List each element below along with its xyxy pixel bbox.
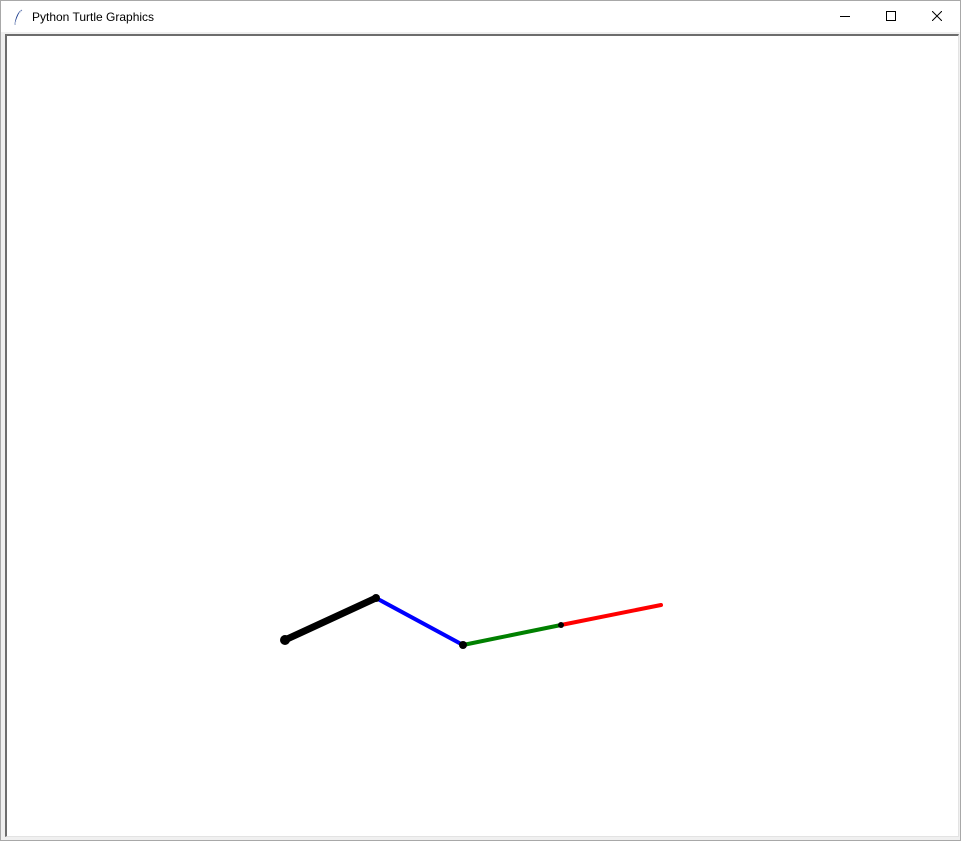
turtle-dot — [372, 594, 380, 602]
title-bar[interactable]: Python Turtle Graphics — [1, 1, 960, 32]
green-segment — [461, 623, 563, 647]
feather-icon — [10, 8, 26, 25]
close-icon — [931, 8, 943, 26]
window-controls — [822, 1, 960, 32]
blue-segment — [374, 596, 465, 647]
red-segment — [559, 603, 663, 627]
close-button[interactable] — [914, 1, 960, 32]
minimize-icon — [840, 8, 850, 26]
turtle-canvas[interactable] — [7, 36, 958, 836]
minimize-button[interactable] — [822, 1, 868, 32]
maximize-button[interactable] — [868, 1, 914, 32]
black-segment — [281, 594, 380, 644]
turtle-dot — [459, 641, 467, 649]
turtle-window: Python Turtle Graphics — [0, 0, 961, 841]
turtle-dot — [558, 622, 564, 628]
window-title: Python Turtle Graphics — [32, 9, 155, 24]
turtle-dot — [280, 635, 290, 645]
turtle-canvas-frame — [5, 34, 959, 837]
maximize-icon — [886, 8, 896, 26]
